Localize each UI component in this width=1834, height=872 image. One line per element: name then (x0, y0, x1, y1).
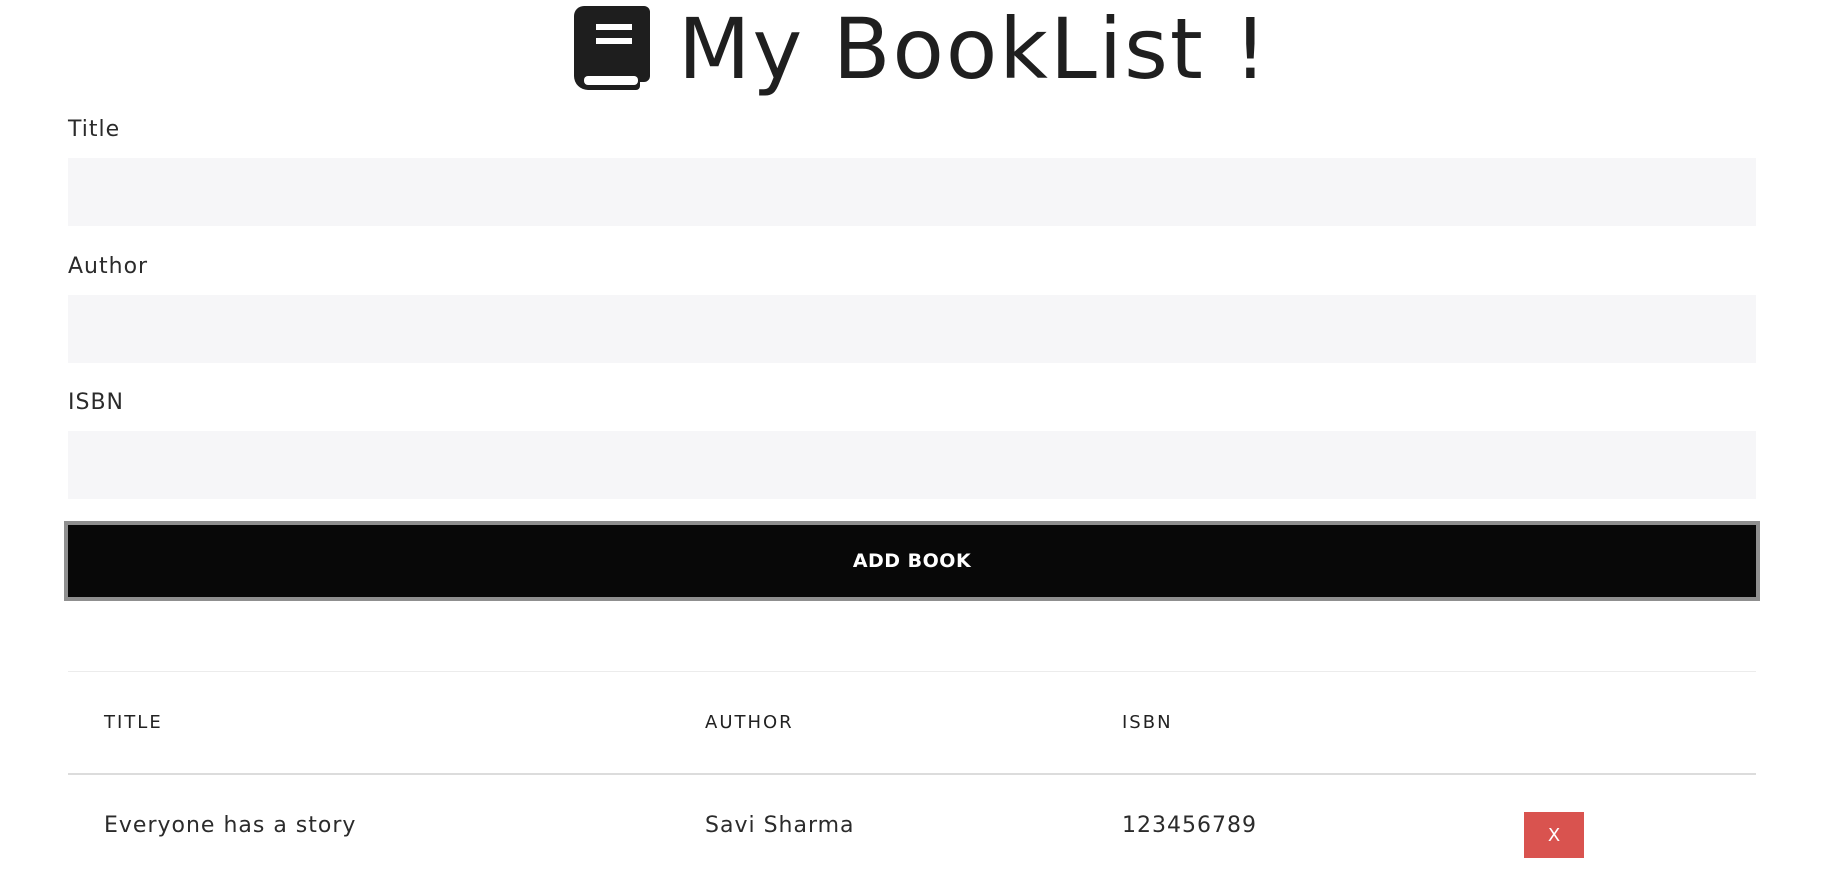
title-input[interactable] (68, 158, 1756, 226)
book-icon (574, 6, 650, 90)
column-header-title: TITLE (104, 712, 163, 733)
row-title: Everyone has a story (104, 813, 357, 838)
row-isbn: 123456789 (1122, 813, 1257, 838)
column-header-author: AUTHOR (705, 712, 794, 733)
table-top-divider (68, 671, 1756, 672)
page-header: My BookList ! (0, 0, 1834, 98)
title-label: Title (68, 117, 121, 142)
isbn-label: ISBN (68, 390, 125, 415)
column-header-isbn: ISBN (1122, 712, 1173, 733)
delete-row-button[interactable]: X (1524, 812, 1584, 858)
booklist-page: My BookList ! Title Author ISBN ADD BOOK… (0, 0, 1834, 872)
table-header-divider (68, 773, 1756, 775)
isbn-input[interactable] (68, 431, 1756, 499)
author-label: Author (68, 254, 149, 279)
add-book-button[interactable]: ADD BOOK (64, 521, 1760, 601)
author-input[interactable] (68, 295, 1756, 363)
row-author: Savi Sharma (705, 813, 855, 838)
page-title: My BookList ! (678, 0, 1270, 98)
